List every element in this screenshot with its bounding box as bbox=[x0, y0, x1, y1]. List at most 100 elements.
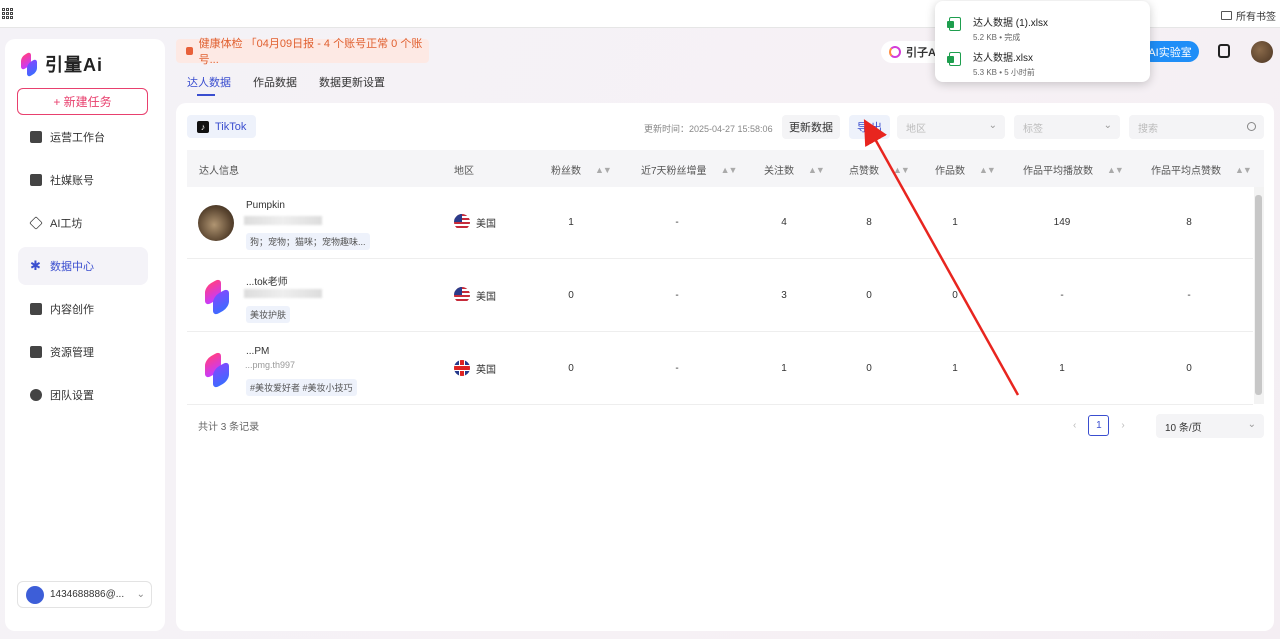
tab-works-data[interactable]: 作品数据 bbox=[253, 74, 297, 96]
avg-play-cell: - bbox=[1060, 290, 1064, 301]
sort-icon[interactable]: ▲▼ bbox=[979, 165, 996, 175]
folder-icon bbox=[30, 303, 42, 315]
column-header-sortable[interactable]: 近7天粉丝增量 ▲▼ bbox=[641, 162, 738, 178]
user-account-selector[interactable]: 1434688886@... ⌄ bbox=[17, 581, 152, 608]
download-meta: 5.3 KB • 5 小时前 bbox=[973, 68, 1035, 77]
chevron-down-icon: ⌄ bbox=[1247, 419, 1256, 430]
column-header-sortable[interactable]: 作品平均点赞数 ▲▼ bbox=[1151, 162, 1252, 178]
table-scrollbar[interactable] bbox=[1254, 187, 1264, 404]
calendar-icon bbox=[30, 174, 42, 186]
page-tabs: 达人数据 作品数据 数据更新设置 bbox=[187, 74, 385, 96]
bag-icon[interactable] bbox=[1218, 44, 1230, 58]
avatar[interactable] bbox=[1251, 41, 1273, 63]
region-cell: 英国 bbox=[454, 360, 496, 376]
table-row[interactable]: ...tok老师 美妆护肤 美国 0 - 3 0 0 - - bbox=[187, 260, 1253, 332]
download-item[interactable]: 达人数据.xlsx 5.3 KB • 5 小时前 bbox=[947, 49, 1035, 78]
column-header-label: 关注数 bbox=[764, 166, 794, 177]
briefcase-icon bbox=[30, 346, 42, 358]
sort-icon[interactable]: ▲▼ bbox=[1107, 165, 1124, 175]
region-label: 英国 bbox=[476, 364, 496, 376]
tab-creator-data[interactable]: 达人数据 bbox=[187, 74, 231, 96]
sidebar-item-ai-workshop[interactable]: AI工坊 bbox=[18, 204, 148, 242]
health-check-banner[interactable]: 健康体检 「04月09日报 - 4 个账号正常 0 个账号... bbox=[176, 38, 429, 66]
sidebar-item-label: AI工坊 bbox=[50, 218, 83, 230]
fans-cell: 0 bbox=[568, 363, 574, 374]
next-page-icon[interactable]: › bbox=[1121, 420, 1124, 431]
download-item[interactable]: 达人数据 (1).xlsx 5.2 KB • 完成 bbox=[947, 14, 1048, 43]
team-icon bbox=[30, 389, 42, 401]
fans-7d-cell: - bbox=[675, 217, 679, 228]
fans-cell: 1 bbox=[568, 217, 574, 228]
table-row[interactable]: Pumpkin 狗；宠物；猫咪；宠物趣味... 美国 1 - 4 8 1 149… bbox=[187, 187, 1253, 259]
sort-icon[interactable]: ▲▼ bbox=[1235, 165, 1252, 175]
column-header-label: 近7天粉丝增量 bbox=[641, 166, 707, 177]
sort-icon[interactable]: ▲▼ bbox=[893, 165, 910, 175]
column-header-sortable[interactable]: 作品平均播放数 ▲▼ bbox=[1023, 162, 1124, 178]
sidebar-item-resources[interactable]: 资源管理 bbox=[18, 333, 148, 371]
sidebar-item-social-accounts[interactable]: 社媒账号 bbox=[18, 161, 148, 199]
fans-cell: 0 bbox=[568, 290, 574, 301]
tag-select[interactable]: 标签 ⌄ bbox=[1014, 115, 1120, 139]
excel-file-icon bbox=[947, 17, 961, 31]
region-select[interactable]: 地区 ⌄ bbox=[897, 115, 1005, 139]
uk-flag-icon bbox=[454, 360, 470, 376]
fans-7d-cell: - bbox=[675, 290, 679, 301]
column-header-label: 地区 bbox=[454, 166, 474, 177]
scrollbar-thumb[interactable] bbox=[1255, 195, 1262, 395]
column-header-label: 作品平均点赞数 bbox=[1151, 166, 1221, 177]
avg-like-cell: 8 bbox=[1186, 217, 1192, 228]
apps-grid-icon[interactable] bbox=[2, 8, 13, 19]
creator-tags: 美妆护肤 bbox=[246, 306, 291, 323]
logo-text: 引量Ai bbox=[45, 55, 103, 75]
update-data-button[interactable]: 更新数据 bbox=[782, 115, 840, 139]
page-size-label: 10 条/页 bbox=[1165, 422, 1202, 434]
likes-cell: 8 bbox=[866, 217, 872, 228]
data-card: ♪ TikTok 更新时间：2025-04-27 15:58:06 更新数据 导… bbox=[176, 103, 1274, 631]
platform-tiktok-button[interactable]: ♪ TikTok bbox=[187, 115, 256, 138]
sort-icon[interactable]: ▲▼ bbox=[721, 165, 738, 175]
all-bookmarks-button[interactable]: 所有书签 bbox=[1221, 8, 1276, 23]
region-cell: 美国 bbox=[454, 287, 496, 303]
column-header: 达人信息 bbox=[199, 162, 239, 177]
column-header-sortable[interactable]: 粉丝数 ▲▼ bbox=[551, 162, 612, 178]
follow-cell: 3 bbox=[781, 290, 787, 301]
prev-page-icon[interactable]: ‹ bbox=[1073, 420, 1076, 431]
sort-icon[interactable]: ▲▼ bbox=[808, 165, 825, 175]
new-task-button[interactable]: + 新建任务 bbox=[17, 88, 148, 115]
table-row[interactable]: ...PM ...pmg.th997 #美妆爱好者 #美妆小技巧 英国 0 - … bbox=[187, 333, 1253, 405]
tab-update-settings[interactable]: 数据更新设置 bbox=[319, 74, 385, 96]
sidebar-nav: 运营工作台 社媒账号 AI工坊 ✱ 数据中心 内容创作 资源管理 团队设置 bbox=[18, 118, 148, 419]
sidebar-item-content-creation[interactable]: 内容创作 bbox=[18, 290, 148, 328]
column-header-sortable[interactable]: 关注数 ▲▼ bbox=[764, 162, 825, 178]
follow-cell: 4 bbox=[781, 217, 787, 228]
sidebar-item-workbench[interactable]: 运营工作台 bbox=[18, 118, 148, 156]
works-cell: 0 bbox=[952, 290, 958, 301]
page-size-select[interactable]: 10 条/页 ⌄ bbox=[1156, 414, 1264, 438]
update-time: 更新时间：2025-04-27 15:58:06 bbox=[644, 124, 773, 134]
export-button[interactable]: 导 出 bbox=[849, 115, 890, 139]
sidebar-item-label: 社媒账号 bbox=[50, 175, 94, 187]
search-input[interactable]: 搜索 bbox=[1129, 115, 1264, 139]
star-icon: ✱ bbox=[30, 258, 41, 273]
column-header-label: 达人信息 bbox=[199, 166, 239, 177]
total-records: 共计 3 条记录 bbox=[198, 422, 260, 433]
sidebar-item-data-center[interactable]: ✱ 数据中心 bbox=[18, 247, 148, 285]
download-filename: 达人数据.xlsx bbox=[973, 53, 1033, 64]
column-header-sortable[interactable]: 点赞数 ▲▼ bbox=[849, 162, 910, 178]
pagination: ‹ 1 › bbox=[1073, 415, 1125, 436]
sidebar-item-team-settings[interactable]: 团队设置 bbox=[18, 376, 148, 414]
column-header-sortable[interactable]: 作品数 ▲▼ bbox=[935, 162, 996, 178]
region-label: 美国 bbox=[476, 291, 496, 303]
avg-like-cell: - bbox=[1187, 290, 1191, 301]
sort-icon[interactable]: ▲▼ bbox=[595, 165, 612, 175]
logo[interactable]: 引量Ai bbox=[20, 51, 103, 78]
page-number-button[interactable]: 1 bbox=[1088, 415, 1110, 436]
diamond-icon bbox=[29, 216, 43, 230]
creator-tags: #美妆爱好者 #美妆小技巧 bbox=[246, 379, 357, 396]
avatar bbox=[26, 585, 44, 604]
avatar bbox=[198, 350, 234, 390]
creator-id-blurred bbox=[244, 289, 322, 298]
all-bookmarks-label: 所有书签 bbox=[1236, 12, 1276, 23]
works-cell: 1 bbox=[952, 363, 958, 374]
us-flag-icon bbox=[454, 287, 470, 303]
